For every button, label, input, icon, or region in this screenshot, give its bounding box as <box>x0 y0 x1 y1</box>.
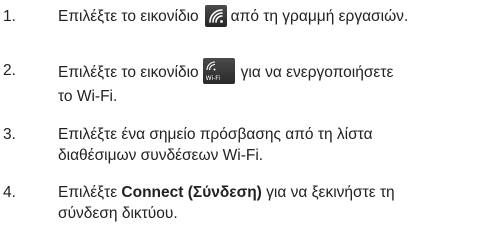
step-text: Επιλέξτε το εικονίδιο Wi-Fi για να ενεργοπ… <box>58 58 488 107</box>
wifi-quick-action-tile-icon: Wi-Fi <box>202 58 235 84</box>
step-text-before: Επιλέξτε το εικονίδιο <box>58 64 199 82</box>
connect-term: Connect (Σύνδεση) <box>121 184 262 201</box>
step-text-after: από τη γραμμή εργασιών. <box>230 8 409 26</box>
step-text: Επιλέξτε το εικονίδιο από τη γραμμή εργασ… <box>58 5 488 28</box>
step-number: 2. <box>3 62 16 79</box>
step-text-before: Επιλέξτε το εικονίδιο <box>58 8 199 26</box>
step-text-after: για να ξεκινήστε τη <box>266 184 395 201</box>
step-text-continued: το Wi-Fi. <box>58 88 118 105</box>
step-number: 4. <box>3 184 16 201</box>
step-text-before: Επιλέξτε <box>58 184 118 201</box>
step-text: Επιλέξτε Connect (Σύνδεση) για να ξεκινή… <box>58 182 488 224</box>
step-text-after: για να ενεργοποιήσετε <box>240 64 394 82</box>
step-text: Επιλέξτε ένα σημείο πρόσβασης από τη λίσ… <box>58 124 488 166</box>
step-number: 1. <box>3 8 16 25</box>
step-text-line2: διαθέσιμων συνδέσεων Wi-Fi. <box>58 147 264 164</box>
step-number: 3. <box>3 126 16 143</box>
tile-label: Wi-Fi <box>205 75 220 82</box>
step-text-continued: σύνδεση δικτύου. <box>58 205 178 222</box>
wifi-taskbar-icon <box>204 5 227 27</box>
step-text-line1: Επιλέξτε ένα σημείο πρόσβασης από τη λίσ… <box>58 126 373 143</box>
